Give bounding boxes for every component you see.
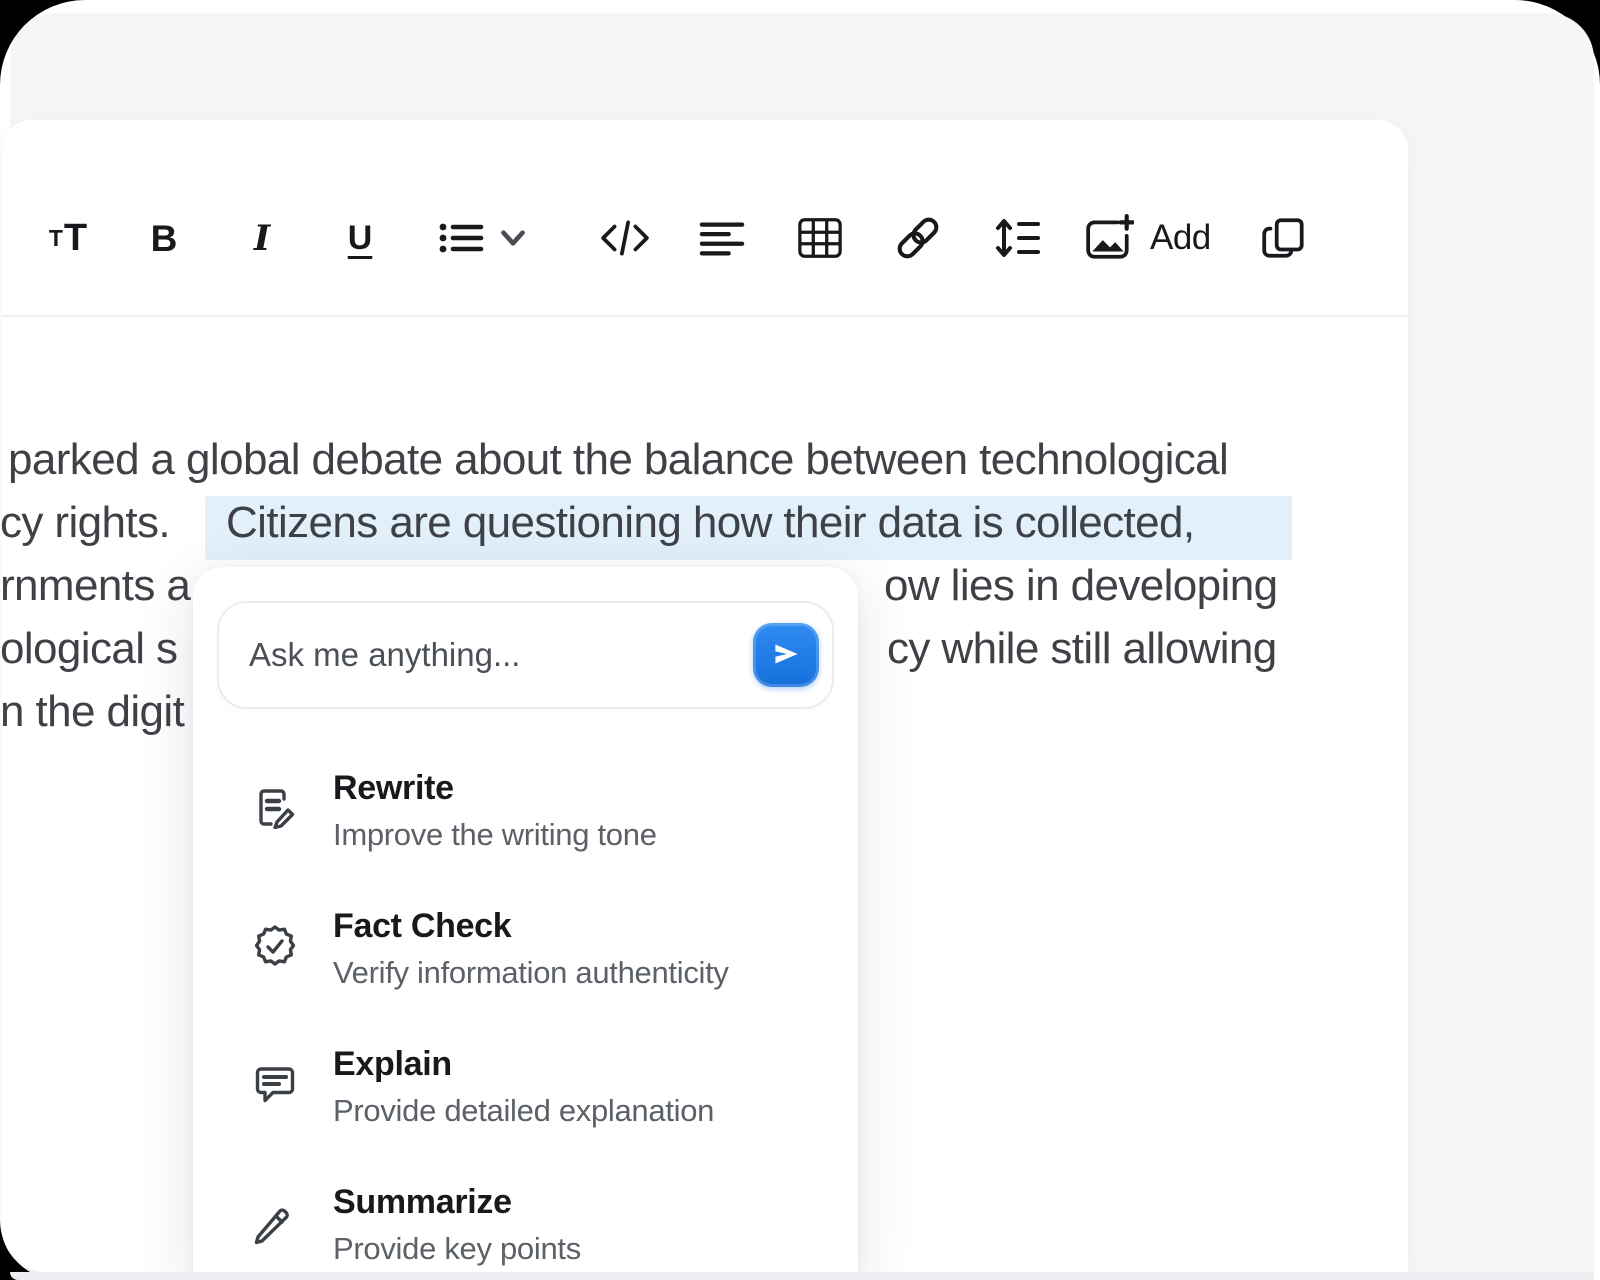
italic-icon: I [254, 221, 270, 256]
ai-assistant-popup: Rewrite Improve the writing tone Fact Ch… [193, 567, 858, 1280]
explain-icon [251, 1061, 299, 1109]
menu-item-rewrite[interactable]: Rewrite Improve the writing tone [193, 753, 858, 891]
menu-item-fact-check[interactable]: Fact Check Verify information authentici… [193, 891, 858, 1029]
bold-icon: B [151, 220, 178, 257]
copy-button[interactable] [1256, 210, 1312, 266]
doc-line-fragment: cy rights. [0, 501, 170, 545]
text-size-icon: T [49, 227, 63, 250]
menu-item-description: Improve the writing tone [333, 817, 657, 853]
rewrite-icon [251, 785, 299, 833]
underline-icon: U [348, 221, 373, 255]
menu-item-title: Explain [333, 1043, 714, 1086]
italic-button[interactable]: I [236, 210, 288, 266]
text-size-icon: T [64, 219, 87, 257]
menu-item-description: Provide key points [333, 1231, 581, 1267]
assistant-action-menu: Rewrite Improve the writing tone Fact Ch… [193, 753, 858, 1280]
bullet-list-dropdown-button[interactable] [428, 210, 538, 266]
send-icon [768, 636, 804, 675]
summarize-icon [251, 1199, 299, 1247]
add-image-icon [1084, 213, 1134, 263]
ask-input-container [217, 601, 834, 709]
table-icon [797, 215, 843, 261]
menu-item-title: Summarize [333, 1181, 581, 1224]
code-icon [600, 213, 650, 263]
doc-line-fragment: rnments a [0, 564, 190, 608]
line-spacing-button[interactable] [990, 210, 1044, 266]
copy-icon [1259, 213, 1309, 263]
doc-line-fragment: n the digit [0, 690, 184, 734]
doc-line-fragment: parked a global debate about the balance… [8, 438, 1228, 482]
editor-toolbar: T T B I U [2, 120, 1408, 317]
align-left-icon [699, 215, 745, 261]
align-button[interactable] [696, 210, 748, 266]
chevron-down-icon [496, 221, 530, 255]
table-button[interactable] [794, 210, 846, 266]
link-button[interactable] [890, 210, 946, 266]
doc-line-fragment: ological s [0, 627, 177, 671]
code-button[interactable] [598, 210, 652, 266]
send-button[interactable] [753, 623, 819, 687]
fact-check-icon [251, 923, 299, 971]
menu-item-title: Fact Check [333, 905, 729, 948]
line-spacing-icon [993, 214, 1041, 262]
bold-button[interactable]: B [138, 210, 190, 266]
page: T T B I U [0, 0, 1600, 1280]
menu-item-summarize[interactable]: Summarize Provide key points [193, 1167, 858, 1280]
bullet-list-icon [436, 214, 484, 262]
menu-item-description: Provide detailed explanation [333, 1093, 714, 1129]
bottom-edge-strip [10, 1272, 1594, 1280]
menu-item-title: Rewrite [333, 767, 657, 810]
doc-line-fragment: cy while still allowing [887, 627, 1277, 671]
add-image-label: Add [1150, 218, 1211, 258]
ask-input[interactable] [219, 636, 753, 674]
menu-item-description: Verify information authenticity [333, 955, 729, 991]
add-image-button[interactable]: Add [1084, 210, 1262, 266]
doc-selected-text: Citizens are questioning how their data … [226, 501, 1195, 545]
text-size-button[interactable]: T T [36, 210, 100, 266]
underline-button[interactable]: U [332, 210, 388, 266]
doc-line-fragment: ow lies in developing [884, 564, 1277, 608]
link-icon [892, 212, 944, 264]
menu-item-explain[interactable]: Explain Provide detailed explanation [193, 1029, 858, 1167]
